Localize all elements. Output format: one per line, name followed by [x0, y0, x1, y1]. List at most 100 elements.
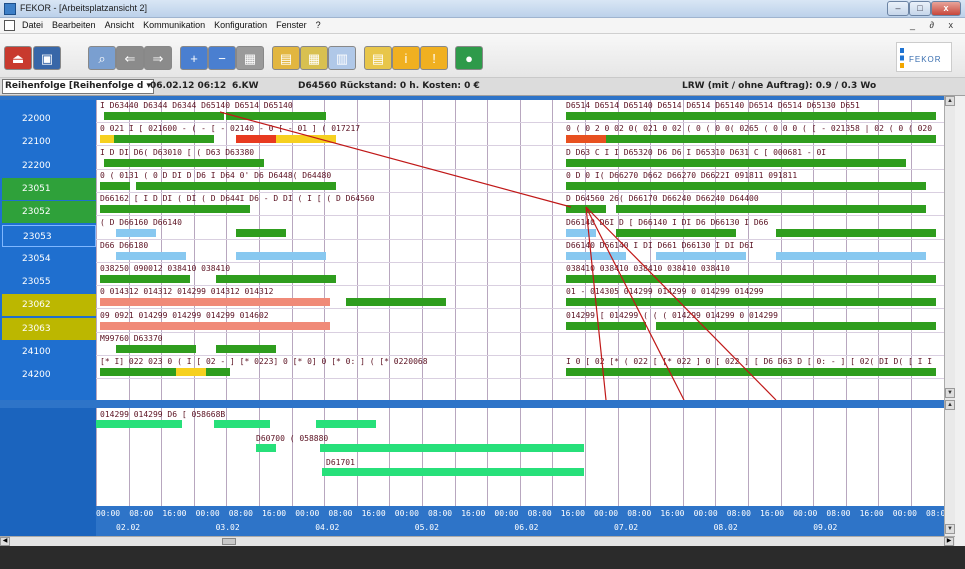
- resource-row-23062[interactable]: 23062: [2, 294, 96, 317]
- grid-line: [846, 408, 847, 506]
- arrow-icon: ⇐: [124, 51, 136, 66]
- scroll-thumb[interactable]: [222, 538, 236, 545]
- time-tick: 08:00: [726, 509, 751, 518]
- operation-bar[interactable]: [322, 468, 584, 476]
- date-tick: 06.02: [514, 523, 539, 532]
- operation-bar[interactable]: [316, 420, 376, 428]
- date-tick: 04.02: [315, 523, 340, 532]
- resource-row-22100[interactable]: 22100: [2, 131, 96, 153]
- grid-line: [650, 408, 651, 506]
- menu-item-0[interactable]: Datei: [22, 20, 43, 30]
- scroll-down-top-icon[interactable]: ▼: [945, 388, 955, 398]
- date-tick: 03.02: [215, 523, 240, 532]
- menu-item-5[interactable]: Fenster: [276, 20, 307, 30]
- horizontal-scrollbar[interactable]: ◀ ▶: [0, 536, 955, 546]
- scroll-up-bottom-icon[interactable]: ▲: [945, 400, 955, 410]
- maximize-button[interactable]: □: [909, 1, 931, 16]
- save-icon: ▣: [40, 51, 54, 66]
- scroll-up-top-icon[interactable]: ▲: [945, 96, 955, 106]
- logo-mark-icon: [900, 48, 904, 68]
- menu-items: Datei Bearbeiten Ansicht Kommunikation Konfi…: [22, 20, 321, 30]
- scroll-left-icon[interactable]: ◀: [0, 537, 10, 546]
- menu-item-1[interactable]: Bearbeiten: [52, 20, 96, 30]
- resource-row-23053[interactable]: 23053: [2, 224, 96, 247]
- secondary-order-labels: D60700 ( 058880: [256, 434, 329, 443]
- grid-line: [487, 408, 488, 506]
- close-button[interactable]: x: [931, 1, 961, 16]
- time-tick: 08:00: [328, 509, 353, 518]
- operation-bar[interactable]: [320, 444, 584, 452]
- grid-line: [813, 408, 814, 506]
- document-icon[interactable]: [4, 20, 15, 31]
- minus-icon: −: [218, 51, 226, 66]
- move-left-button[interactable]: ⇐: [116, 46, 144, 70]
- chart-icon: ▥: [335, 51, 349, 66]
- resource-row-23054[interactable]: 23054: [2, 248, 96, 270]
- mdi-controls[interactable]: _ ∂ x: [910, 20, 959, 30]
- globe-button[interactable]: ●: [455, 46, 483, 70]
- vertical-scrollbar[interactable]: ▲ ▼ ▲ ▼: [944, 96, 955, 536]
- info-icon: i: [404, 51, 408, 66]
- resource-row-23063[interactable]: 23063: [2, 317, 96, 340]
- grid-line: [389, 408, 390, 506]
- view-chart-button[interactable]: ▥: [328, 46, 356, 70]
- menu-item-4[interactable]: Konfiguration: [214, 20, 267, 30]
- menu-item-6[interactable]: ?: [316, 20, 321, 30]
- menu-item-2[interactable]: Ansicht: [105, 20, 135, 30]
- view-grid-button[interactable]: ▦: [300, 46, 328, 70]
- move-right-button[interactable]: ⇒: [144, 46, 172, 70]
- report-icon: ▤: [371, 51, 385, 66]
- date-tick: 02.02: [116, 523, 141, 532]
- time-tick: 00:00: [793, 509, 818, 518]
- info-button[interactable]: i: [392, 46, 420, 70]
- menu-item-3[interactable]: Kommunikation: [143, 20, 205, 30]
- resource-row-23055[interactable]: 23055: [2, 271, 96, 293]
- resource-row-23051[interactable]: 23051: [2, 177, 96, 200]
- dependency-links: [219, 111, 777, 400]
- secondary-order-labels: D61701: [326, 458, 355, 467]
- warning-button[interactable]: !: [420, 46, 448, 70]
- plus-icon: +: [190, 51, 198, 66]
- calendar-week: 6.KW: [232, 81, 259, 91]
- operation-bar[interactable]: [214, 420, 270, 428]
- minimize-button[interactable]: –: [887, 1, 909, 16]
- operation-bar[interactable]: [256, 444, 276, 452]
- gantt-chart-secondary[interactable]: 014299 014299 D6 [ 058668B D60700 ( 05888…: [96, 408, 944, 506]
- dependency-line: [585, 206, 777, 400]
- logo-text: FEKOR: [909, 55, 942, 64]
- report-button[interactable]: ▤: [364, 46, 392, 70]
- grid-icon: ▦: [307, 51, 321, 66]
- app-icon: [4, 3, 16, 15]
- search-button[interactable]: ⌕: [88, 46, 116, 70]
- exit-button[interactable]: ⏏: [4, 46, 32, 70]
- time-tick: 08:00: [627, 509, 652, 518]
- resource-row-24200[interactable]: 24200: [2, 364, 96, 386]
- time-tick: 00:00: [892, 509, 917, 518]
- secondary-order-labels: 014299 014299 D6 [ 058668B: [100, 410, 226, 419]
- grid-line: [683, 408, 684, 506]
- zoom-in-button[interactable]: +: [180, 46, 208, 70]
- calendar-icon: ▦: [243, 51, 257, 66]
- view-gantt-button[interactable]: ▤: [272, 46, 300, 70]
- zoom-out-button[interactable]: −: [208, 46, 236, 70]
- title-bar[interactable]: FEKOR - [Arbeitsplatzansicht 2] – □ x: [0, 0, 965, 18]
- resource-row-22000[interactable]: 22000: [2, 108, 96, 130]
- resource-row-22200[interactable]: 22200: [2, 155, 96, 177]
- grid-line: [911, 408, 912, 506]
- arrow-icon: ⇒: [152, 51, 164, 66]
- calendar-button[interactable]: ▦: [236, 46, 264, 70]
- time-tick: 16:00: [361, 509, 386, 518]
- date-tick: 09.02: [813, 523, 838, 532]
- globe-icon: ●: [465, 51, 473, 66]
- resource-row-23052[interactable]: 23052: [2, 201, 96, 224]
- status-bar: Reihenfolge [Reihenfolge d ▾ 06.02.12 06…: [0, 78, 965, 96]
- window-title: FEKOR - [Arbeitsplatzansicht 2]: [20, 3, 148, 13]
- resource-row-24100[interactable]: 24100: [2, 341, 96, 363]
- scroll-down-bottom-icon[interactable]: ▼: [945, 524, 955, 534]
- operation-bar[interactable]: [96, 420, 182, 428]
- scroll-right-icon[interactable]: ▶: [944, 537, 954, 546]
- time-tick: 08:00: [129, 509, 154, 518]
- save-button[interactable]: ▣: [33, 46, 61, 70]
- sort-order-select[interactable]: Reihenfolge [Reihenfolge d ▾: [2, 79, 155, 94]
- time-tick: 00:00: [195, 509, 220, 518]
